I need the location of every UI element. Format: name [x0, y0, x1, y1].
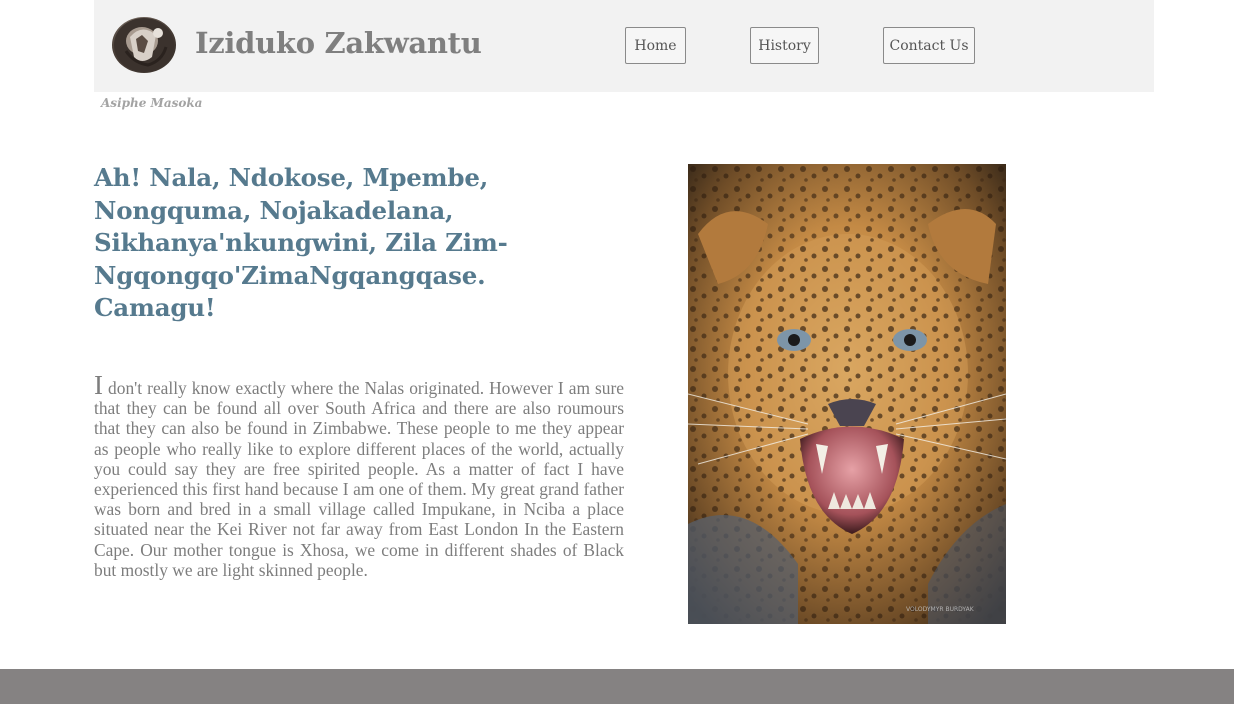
logo-graphic	[114, 18, 174, 72]
clan-praise-headline: Ah! Nala, Ndokose, Mpembe, Nongquma, Noj…	[94, 163, 508, 322]
photo-watermark: VOLODYMYR BURDYAK	[906, 606, 975, 613]
nav-history-button[interactable]: History	[750, 27, 819, 64]
site-header: Iziduko Zakwantu Home History Contact Us	[94, 0, 1154, 92]
page-footer	[0, 669, 1234, 704]
leopard-photo: VOLODYMYR BURDYAK	[688, 164, 1006, 624]
author-name: Asiphe Masoka	[101, 96, 203, 110]
nav-home-button[interactable]: Home	[625, 27, 686, 64]
site-title: Iziduko Zakwantu	[195, 26, 482, 60]
carved-figure-logo-icon[interactable]	[112, 17, 176, 73]
leopard-image: VOLODYMYR BURDYAK	[688, 164, 1006, 624]
nav-contact-us-button[interactable]: Contact Us	[883, 27, 975, 64]
history-paragraph: I don't really know exactly where the Na…	[94, 370, 624, 580]
